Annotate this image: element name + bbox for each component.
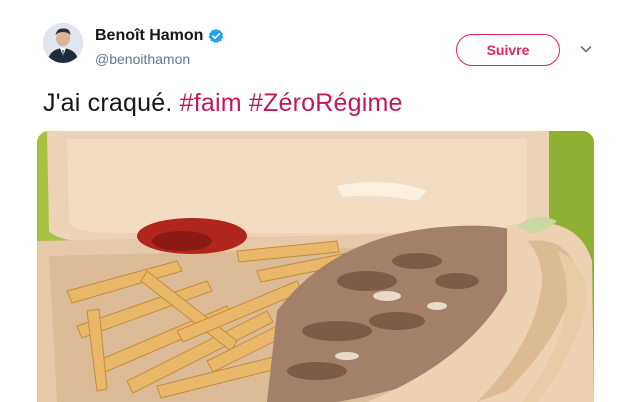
tweet-text: J'ai craqué. #faim #ZéroRégime: [43, 89, 403, 118]
verified-badge-icon: [208, 28, 224, 44]
hashtag-zeroregime[interactable]: #ZéroRégime: [249, 89, 403, 117]
hashtag-faim[interactable]: #faim: [180, 89, 242, 117]
follow-button[interactable]: Suivre: [456, 34, 560, 66]
avatar[interactable]: [43, 23, 83, 63]
user-handle[interactable]: @benoithamon: [95, 51, 190, 67]
tweet-photo[interactable]: [37, 131, 594, 402]
name-row: Benoît Hamon: [95, 27, 224, 45]
tweet-card: Benoît Hamon @benoithamon Suivre J'ai cr…: [0, 0, 631, 402]
tweet-text-plain: J'ai craqué.: [43, 89, 173, 117]
chevron-down-icon[interactable]: [579, 42, 593, 56]
display-name[interactable]: Benoît Hamon: [95, 27, 203, 45]
